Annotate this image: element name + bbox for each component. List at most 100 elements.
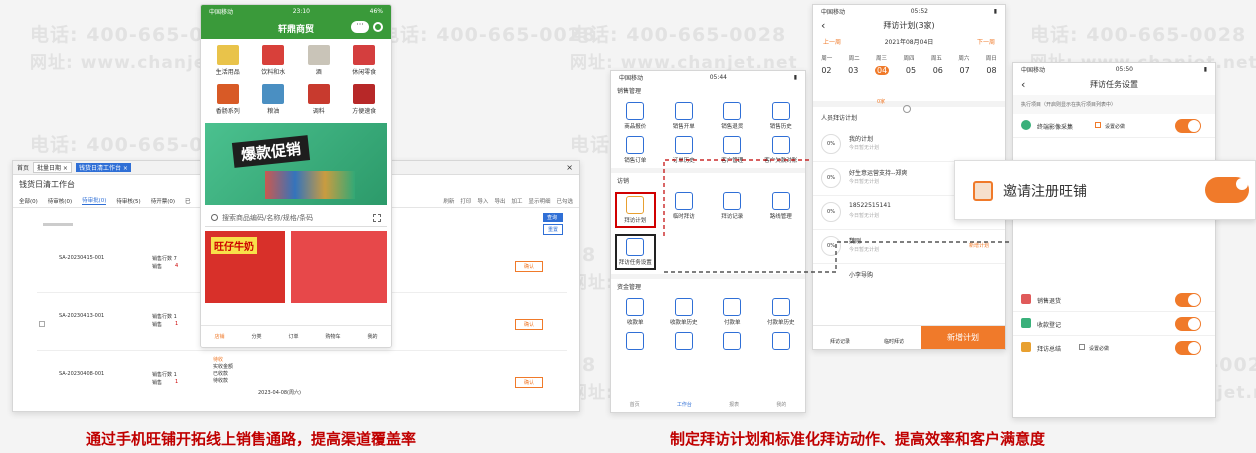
tab-batch[interactable]: 批量日期 ×	[33, 162, 72, 173]
table-row[interactable]: SA-20230408-001 销售行数 1 销售 1 确认	[37, 369, 567, 409]
day-cell[interactable]: 05	[906, 66, 916, 75]
back-icon[interactable]: ‹	[1021, 75, 1025, 95]
app-more[interactable]	[660, 332, 709, 350]
invite-toggle[interactable]	[1205, 177, 1249, 203]
category-grain-oil[interactable]: 粮油	[251, 84, 297, 115]
subtab-audit[interactable]: 待审核(5)	[116, 197, 140, 205]
subtab-all[interactable]: 全部(0)	[19, 197, 38, 205]
promo-card[interactable]	[291, 231, 387, 303]
app-visit-task-settings[interactable]: 拜访任务设置	[615, 234, 656, 270]
app-receipt[interactable]: 收款单	[611, 298, 660, 326]
day-cell[interactable]: 03	[848, 66, 858, 75]
app-route[interactable]: 路线管理	[757, 192, 806, 228]
app-sales-return[interactable]: 销售退货	[708, 102, 757, 130]
nav-workbench[interactable]: 工作台	[677, 401, 692, 408]
app-sales-order[interactable]: 销售开单	[660, 102, 709, 130]
day-cell[interactable]: 06	[933, 66, 943, 75]
slide: { "watermark":{"phone":"电话: 400-665-0028…	[0, 0, 1256, 453]
back-icon[interactable]: ‹	[821, 17, 825, 35]
app-sales-history[interactable]: 销售历史	[757, 102, 806, 130]
target-icon[interactable]	[373, 22, 383, 32]
nav-orders[interactable]: 订单	[288, 333, 298, 340]
category-instant[interactable]: 方便速食	[342, 84, 388, 115]
scan-icon[interactable]	[373, 213, 381, 222]
expand-icon[interactable]	[903, 105, 911, 113]
toolbar-print[interactable]: 打印	[460, 197, 471, 205]
row-checkbox[interactable]	[39, 321, 45, 327]
app-order-history[interactable]: 订单历史	[660, 136, 709, 164]
category-snacks[interactable]: 休闲零食	[342, 45, 388, 76]
search-input[interactable]: 搜索商品编码/名称/规格/条码	[205, 209, 387, 227]
app-payment[interactable]: 付款单	[708, 298, 757, 326]
subtab-done[interactable]: 已	[185, 197, 191, 205]
nav-home[interactable]: 首页	[630, 401, 640, 408]
add-plan-button[interactable]: 新增计划	[921, 326, 1005, 349]
app-visit-record[interactable]: 拜访记录	[708, 192, 757, 228]
toolbar-refresh[interactable]: 刷新	[443, 197, 454, 205]
task-toggle[interactable]	[1175, 317, 1201, 331]
tab-home[interactable]: 首页	[17, 163, 29, 172]
reset-button[interactable]: 重置	[543, 224, 564, 235]
nav-mine[interactable]: 我的	[367, 333, 377, 340]
add-plan-link[interactable]: 新增计划	[969, 242, 989, 249]
nav-category[interactable]: 分类	[251, 333, 261, 340]
confirm-button[interactable]: 确认	[515, 261, 544, 272]
toolbar-import[interactable]: 导入	[477, 197, 488, 205]
toolbar-process[interactable]: 加工	[511, 197, 522, 205]
task-toggle[interactable]	[1175, 119, 1201, 133]
app-more[interactable]	[757, 332, 806, 350]
order-number[interactable]: SA-20230408-001	[59, 371, 104, 377]
promo-card[interactable]: 旺仔牛奶	[205, 231, 285, 303]
nav-mine[interactable]: 我的	[776, 401, 786, 408]
app-payment-history[interactable]: 付款单历史	[757, 298, 806, 326]
app-more[interactable]	[611, 332, 660, 350]
tab-workbench[interactable]: 钱货日清工作台 ×	[75, 163, 131, 172]
subtab-invoice[interactable]: 待开票(0)	[151, 197, 175, 205]
category-daily[interactable]: 生活用品	[205, 45, 251, 76]
search-button[interactable]: 查询	[543, 213, 564, 222]
category-seasoning[interactable]: 调料	[296, 84, 342, 115]
order-number[interactable]: SA-20230415-001	[59, 255, 104, 261]
task-toggle[interactable]	[1175, 293, 1201, 307]
app-temp-visit[interactable]: 临时拜访	[660, 192, 709, 228]
required-checkbox[interactable]	[1095, 122, 1101, 128]
order-number[interactable]: SA-20230413-001	[59, 313, 104, 319]
category-drinks[interactable]: 饮料和水	[251, 45, 297, 76]
day-cell[interactable]: 07	[960, 66, 970, 75]
required-checkbox[interactable]	[1079, 344, 1085, 350]
confirm-button[interactable]: 确认	[515, 319, 544, 330]
close-icon[interactable]: ×	[566, 163, 573, 172]
toolbar-show-detail[interactable]: 显示明细	[528, 197, 550, 205]
visit-record-button[interactable]: 拜访记录	[813, 326, 867, 349]
nav-cart[interactable]: 购物车	[325, 333, 340, 340]
category-sausage[interactable]: 香肠系列	[205, 84, 251, 115]
app-customer[interactable]: 客户管理	[708, 136, 757, 164]
more-icon[interactable]: ···	[351, 21, 369, 33]
app-debt[interactable]: 客户欠款对账	[757, 136, 806, 164]
subtab-review[interactable]: 待审核(0)	[48, 197, 72, 205]
toolbar-export[interactable]: 导出	[494, 197, 505, 205]
nav-shop[interactable]: 店铺	[214, 333, 224, 340]
list-item[interactable]: 0% 魏刚 今日暂无计划 新增计划	[813, 230, 1005, 264]
task-toggle[interactable]	[1175, 341, 1201, 355]
next-week-link[interactable]: 下一周	[977, 37, 995, 46]
subtab-approve[interactable]: 待审批(0)	[82, 196, 107, 205]
confirm-button[interactable]: 确认	[515, 377, 544, 388]
app-quote[interactable]: 商品报价	[611, 102, 660, 130]
category-liquor[interactable]: 酒	[296, 45, 342, 76]
toolbar-selected[interactable]: 已勾选	[556, 197, 573, 205]
promo-banner[interactable]: 爆款促销	[205, 123, 387, 205]
invite-register-popup[interactable]: 邀请注册旺铺	[954, 160, 1256, 220]
day-cell[interactable]: 02	[821, 66, 831, 75]
app-receipt-history[interactable]: 收款单历史	[660, 298, 709, 326]
list-item[interactable]: 小李导购	[813, 264, 1005, 284]
day-cell[interactable]: 08	[986, 66, 996, 75]
prev-week-link[interactable]: 上一周	[823, 37, 841, 46]
temp-visit-button[interactable]: 临时拜访	[867, 326, 921, 349]
nav-report[interactable]: 报表	[729, 401, 739, 408]
app-more[interactable]	[708, 332, 757, 350]
list-item[interactable]: 0% 我的计划 今日暂无计划	[813, 128, 1005, 162]
app-sales-orders[interactable]: 销售订单	[611, 136, 660, 164]
day-cell-selected[interactable]: 04	[875, 66, 890, 75]
app-visit-plan[interactable]: 拜访计划	[615, 192, 656, 228]
